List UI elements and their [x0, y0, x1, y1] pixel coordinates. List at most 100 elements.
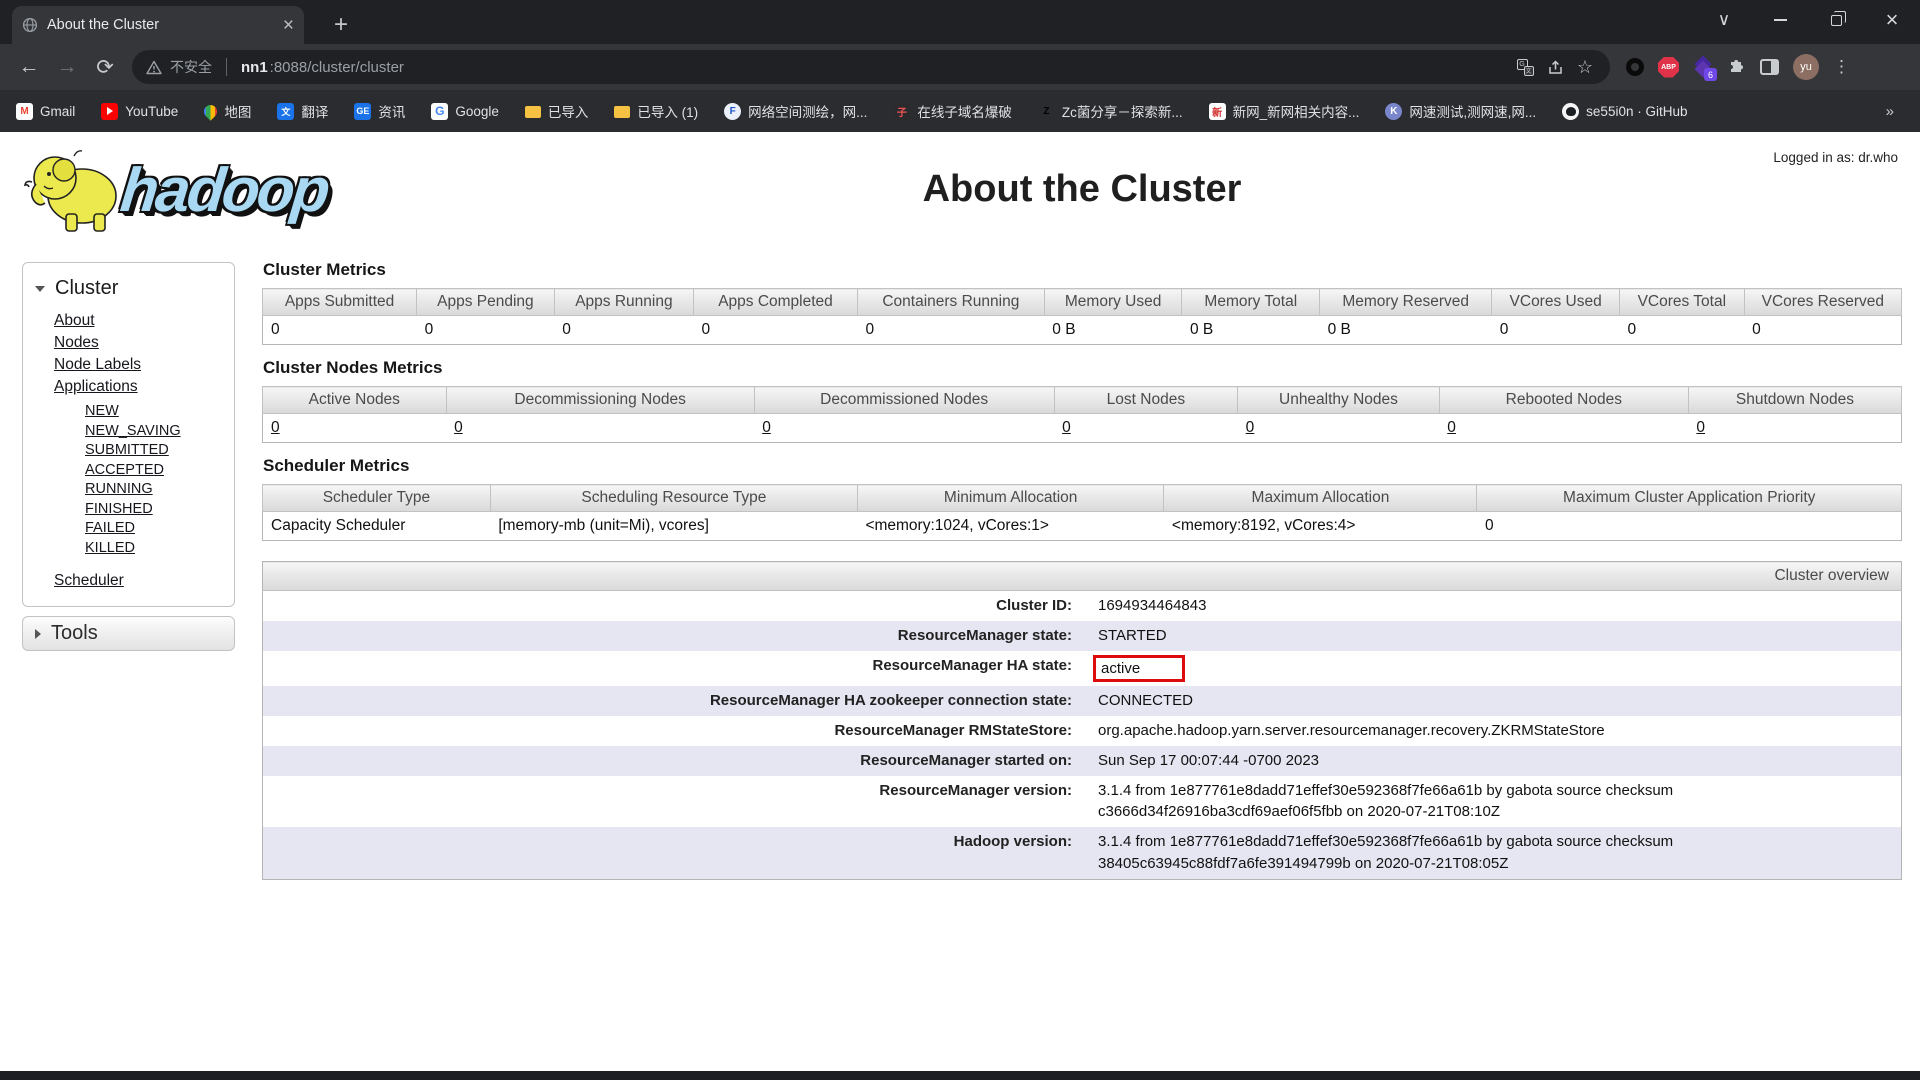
address-bar[interactable]: 不安全 nn1 :8088/cluster/cluster G文 ☆	[132, 50, 1610, 84]
bookmark-label: 地图	[224, 101, 251, 121]
cell-apps-running: 0	[554, 316, 693, 345]
restore-button[interactable]	[1808, 0, 1864, 40]
overview-value: 1694934464843	[1082, 591, 1902, 621]
column-header-shutdown-nodes: Shutdown Nodes	[1688, 387, 1901, 414]
overview-label: ResourceManager version:	[263, 776, 1083, 828]
sidebar-link-state-new-saving[interactable]: NEW_SAVING	[85, 422, 234, 442]
bookmark-gmail[interactable]: MGmail	[16, 103, 75, 120]
youtube-icon	[101, 103, 118, 120]
browser-tab[interactable]: About the Cluster ×	[12, 6, 304, 44]
bookmark-star-icon[interactable]: ☆	[1574, 56, 1596, 78]
bookmark-地图[interactable]: 地图	[204, 101, 251, 121]
bookmark-label: YouTube	[125, 104, 178, 119]
sidebar-link-node-labels[interactable]: Node Labels	[54, 354, 234, 376]
overview-value: 3.1.4 from 1e877761e8dadd71effef30e59236…	[1082, 776, 1902, 828]
browser-menu-icon[interactable]: ⋮	[1833, 57, 1850, 77]
share-icon[interactable]	[1544, 56, 1566, 78]
tools-nav-header[interactable]: Tools	[22, 616, 235, 651]
cell-apps-submitted: 0	[263, 316, 417, 345]
column-header-decommissioning-nodes: Decommissioning Nodes	[446, 387, 754, 414]
column-header-memory-used: Memory Used	[1044, 289, 1182, 316]
side-panel-icon[interactable]	[1760, 59, 1779, 75]
bookmarks-overflow-chevron[interactable]: »	[1886, 103, 1904, 120]
adblock-plus-icon[interactable]: ABP	[1658, 57, 1679, 78]
overview-row-resourcemanager-state: ResourceManager state:STARTED	[263, 621, 1902, 651]
chevron-down-icon	[35, 286, 45, 292]
sidebar-link-scheduler[interactable]: Scheduler	[54, 572, 234, 590]
bookmark-已导入[interactable]: 已导入	[525, 101, 589, 121]
bookmark-资讯[interactable]: GE资讯	[354, 101, 405, 121]
sidebar-link-state-submitted[interactable]: SUBMITTED	[85, 441, 234, 461]
link-decommissioned-nodes[interactable]: 0	[762, 419, 771, 436]
link-rebooted-nodes[interactable]: 0	[1447, 419, 1456, 436]
cluster-overview-header: Cluster overview	[263, 562, 1902, 591]
column-header-minimum-allocation: Minimum Allocation	[857, 485, 1163, 512]
overview-label: ResourceManager state:	[263, 621, 1083, 651]
overview-value: CONNECTED	[1082, 686, 1902, 716]
link-lost-nodes[interactable]: 0	[1062, 419, 1071, 436]
link-unhealthy-nodes[interactable]: 0	[1246, 419, 1255, 436]
sidebar-link-applications[interactable]: Applications	[54, 376, 234, 398]
sidebar-link-state-new[interactable]: NEW	[85, 402, 234, 422]
cluster-nav-header[interactable]: Cluster	[23, 271, 234, 310]
translate-page-icon[interactable]: G文	[1514, 56, 1536, 78]
bookmark-网速测试-测网速-网[interactable]: K网速测试,测网速,网...	[1385, 101, 1536, 121]
column-header-apps-completed: Apps Completed	[694, 289, 858, 316]
bookmark-zc菌分享-探索新[interactable]: ZZc菌分享－探索新...	[1038, 101, 1183, 121]
sidebar-link-state-running[interactable]: RUNNING	[85, 480, 234, 500]
bookmark-翻译[interactable]: 文翻译	[277, 101, 328, 121]
cluster-metrics-table: Apps SubmittedApps PendingApps RunningAp…	[262, 288, 1902, 345]
tab-close-icon[interactable]: ×	[283, 16, 294, 35]
sidebar-link-state-failed[interactable]: FAILED	[85, 519, 234, 539]
not-secure-warning-icon	[146, 60, 162, 75]
bookmark-google[interactable]: GGoogle	[431, 103, 499, 120]
sidebar-link-state-finished[interactable]: FINISHED	[85, 500, 234, 520]
cell-memory-used: 0 B	[1044, 316, 1182, 345]
tab-strip: About the Cluster × + ∨ ×	[0, 0, 1920, 44]
sidebar-link-about[interactable]: About	[54, 310, 234, 332]
extensions-puzzle-icon[interactable]	[1727, 55, 1746, 79]
close-button[interactable]: ×	[1864, 0, 1920, 40]
overview-row-resourcemanager-started-on: ResourceManager started on:Sun Sep 17 00…	[263, 746, 1902, 776]
sidebar-link-state-accepted[interactable]: ACCEPTED	[85, 461, 234, 481]
bookmark-网络空间测绘-网[interactable]: F网络空间测绘，网...	[724, 101, 867, 121]
main-content: Cluster Metrics Apps SubmittedApps Pendi…	[262, 260, 1902, 880]
bookmark-在线子域名爆破[interactable]: 子在线子域名爆破	[893, 101, 1012, 121]
bookmark-se55i0n-github[interactable]: se55i0n · GitHub	[1562, 103, 1687, 120]
back-button[interactable]: ←	[10, 48, 48, 86]
cell-vcores-used: 0	[1492, 316, 1620, 345]
link-decommissioning-nodes[interactable]: 0	[454, 419, 463, 436]
overview-label: ResourceManager RMStateStore:	[263, 716, 1083, 746]
cell-containers-running: 0	[857, 316, 1044, 345]
minimize-button[interactable]	[1752, 0, 1808, 40]
dark-extension-icon[interactable]	[1626, 58, 1644, 76]
zc-avatar-icon: Z	[1038, 103, 1055, 120]
extensions-area: ABP 6 yu ⋮	[1626, 54, 1850, 80]
application-state-links: NEWNEW_SAVINGSUBMITTEDACCEPTEDRUNNINGFIN…	[23, 402, 234, 558]
security-label[interactable]: 不安全	[170, 57, 212, 77]
overview-row-resourcemanager-rmstatestore: ResourceManager RMStateStore:org.apache.…	[263, 716, 1902, 746]
link-shutdown-nodes[interactable]: 0	[1696, 419, 1705, 436]
cell-vcores-reserved: 0	[1744, 316, 1901, 345]
sidebar-link-nodes[interactable]: Nodes	[54, 332, 234, 354]
overview-value: STARTED	[1082, 621, 1902, 651]
profile-avatar[interactable]: yu	[1793, 54, 1819, 80]
bookmark-已导入-1[interactable]: 已导入 (1)	[614, 101, 698, 121]
sidebar-link-state-killed[interactable]: KILLED	[85, 539, 234, 559]
table-row: Capacity Scheduler[memory-mb (unit=Mi), …	[263, 512, 1902, 541]
chevron-right-icon	[35, 629, 41, 639]
proxy-extension-icon[interactable]: 6	[1693, 57, 1713, 77]
link-active-nodes[interactable]: 0	[271, 419, 280, 436]
column-header-scheduler-type: Scheduler Type	[263, 485, 491, 512]
cell-lost-nodes: 0	[1054, 414, 1238, 443]
cluster-overview-header-row: Cluster overview	[263, 562, 1902, 591]
new-tab-button[interactable]: +	[326, 10, 356, 40]
reload-button[interactable]: ⟳	[86, 48, 124, 86]
column-header-maximum-allocation: Maximum Allocation	[1164, 485, 1477, 512]
bookmark-新网-新网相关内容[interactable]: 新新网_新网相关内容...	[1209, 101, 1360, 121]
cluster-nodes-metrics-table: Active NodesDecommissioning NodesDecommi…	[262, 386, 1902, 443]
tab-search-chevron-icon[interactable]: ∨	[1696, 0, 1752, 40]
forward-button[interactable]: →	[48, 48, 86, 86]
cell-decommissioning-nodes: 0	[446, 414, 754, 443]
bookmark-youtube[interactable]: YouTube	[101, 103, 178, 120]
